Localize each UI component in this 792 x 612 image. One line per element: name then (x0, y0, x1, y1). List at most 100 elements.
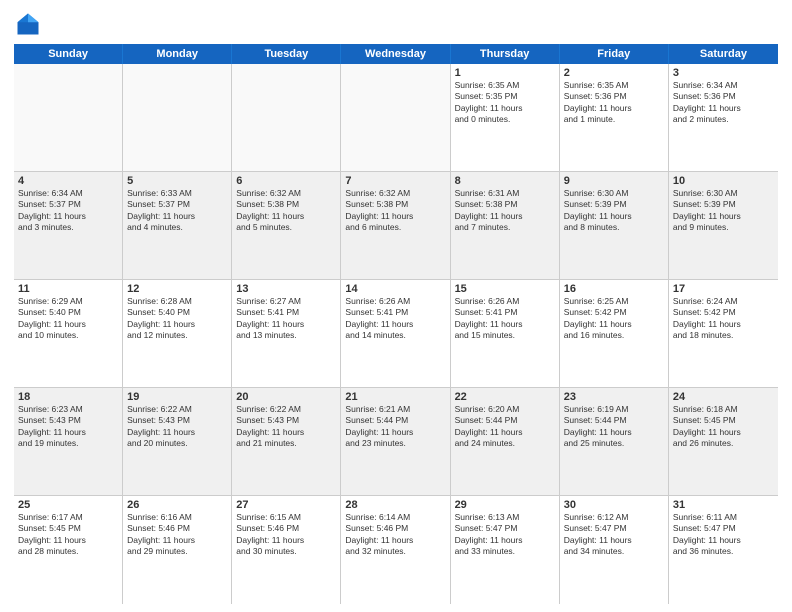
calendar-cell: 11Sunrise: 6:29 AM Sunset: 5:40 PM Dayli… (14, 280, 123, 387)
calendar-cell: 14Sunrise: 6:26 AM Sunset: 5:41 PM Dayli… (341, 280, 450, 387)
calendar-body: 1Sunrise: 6:35 AM Sunset: 5:35 PM Daylig… (14, 64, 778, 604)
calendar: SundayMondayTuesdayWednesdayThursdayFrid… (14, 44, 778, 604)
day-number: 2 (564, 67, 664, 79)
calendar-cell (123, 64, 232, 171)
day-number: 20 (236, 391, 336, 403)
day-number: 1 (455, 67, 555, 79)
day-info: Sunrise: 6:34 AM Sunset: 5:36 PM Dayligh… (673, 80, 774, 126)
day-number: 11 (18, 283, 118, 295)
calendar-cell: 23Sunrise: 6:19 AM Sunset: 5:44 PM Dayli… (560, 388, 669, 495)
day-number: 15 (455, 283, 555, 295)
calendar-row: 18Sunrise: 6:23 AM Sunset: 5:43 PM Dayli… (14, 388, 778, 496)
calendar-cell: 30Sunrise: 6:12 AM Sunset: 5:47 PM Dayli… (560, 496, 669, 604)
calendar-header: SundayMondayTuesdayWednesdayThursdayFrid… (14, 44, 778, 64)
day-info: Sunrise: 6:20 AM Sunset: 5:44 PM Dayligh… (455, 404, 555, 450)
calendar-cell: 12Sunrise: 6:28 AM Sunset: 5:40 PM Dayli… (123, 280, 232, 387)
day-info: Sunrise: 6:30 AM Sunset: 5:39 PM Dayligh… (673, 188, 774, 234)
page: SundayMondayTuesdayWednesdayThursdayFrid… (0, 0, 792, 612)
day-number: 6 (236, 175, 336, 187)
calendar-cell: 29Sunrise: 6:13 AM Sunset: 5:47 PM Dayli… (451, 496, 560, 604)
calendar-row: 4Sunrise: 6:34 AM Sunset: 5:37 PM Daylig… (14, 172, 778, 280)
calendar-cell: 27Sunrise: 6:15 AM Sunset: 5:46 PM Dayli… (232, 496, 341, 604)
day-info: Sunrise: 6:19 AM Sunset: 5:44 PM Dayligh… (564, 404, 664, 450)
calendar-cell (232, 64, 341, 171)
day-info: Sunrise: 6:31 AM Sunset: 5:38 PM Dayligh… (455, 188, 555, 234)
calendar-row: 25Sunrise: 6:17 AM Sunset: 5:45 PM Dayli… (14, 496, 778, 604)
logo-icon (14, 10, 42, 38)
calendar-cell: 16Sunrise: 6:25 AM Sunset: 5:42 PM Dayli… (560, 280, 669, 387)
day-number: 29 (455, 499, 555, 511)
day-number: 4 (18, 175, 118, 187)
calendar-cell: 17Sunrise: 6:24 AM Sunset: 5:42 PM Dayli… (669, 280, 778, 387)
day-number: 10 (673, 175, 774, 187)
calendar-cell (341, 64, 450, 171)
calendar-cell: 1Sunrise: 6:35 AM Sunset: 5:35 PM Daylig… (451, 64, 560, 171)
day-info: Sunrise: 6:22 AM Sunset: 5:43 PM Dayligh… (236, 404, 336, 450)
day-info: Sunrise: 6:26 AM Sunset: 5:41 PM Dayligh… (455, 296, 555, 342)
day-info: Sunrise: 6:35 AM Sunset: 5:35 PM Dayligh… (455, 80, 555, 126)
weekday-header-monday: Monday (123, 44, 232, 64)
weekday-header-friday: Friday (560, 44, 669, 64)
day-info: Sunrise: 6:24 AM Sunset: 5:42 PM Dayligh… (673, 296, 774, 342)
day-info: Sunrise: 6:18 AM Sunset: 5:45 PM Dayligh… (673, 404, 774, 450)
day-number: 28 (345, 499, 445, 511)
day-info: Sunrise: 6:28 AM Sunset: 5:40 PM Dayligh… (127, 296, 227, 342)
calendar-cell: 13Sunrise: 6:27 AM Sunset: 5:41 PM Dayli… (232, 280, 341, 387)
calendar-cell: 5Sunrise: 6:33 AM Sunset: 5:37 PM Daylig… (123, 172, 232, 279)
day-info: Sunrise: 6:17 AM Sunset: 5:45 PM Dayligh… (18, 512, 118, 558)
day-info: Sunrise: 6:32 AM Sunset: 5:38 PM Dayligh… (345, 188, 445, 234)
day-number: 19 (127, 391, 227, 403)
day-info: Sunrise: 6:35 AM Sunset: 5:36 PM Dayligh… (564, 80, 664, 126)
calendar-cell: 15Sunrise: 6:26 AM Sunset: 5:41 PM Dayli… (451, 280, 560, 387)
day-number: 30 (564, 499, 664, 511)
calendar-cell: 9Sunrise: 6:30 AM Sunset: 5:39 PM Daylig… (560, 172, 669, 279)
calendar-cell: 25Sunrise: 6:17 AM Sunset: 5:45 PM Dayli… (14, 496, 123, 604)
calendar-cell: 24Sunrise: 6:18 AM Sunset: 5:45 PM Dayli… (669, 388, 778, 495)
calendar-cell: 4Sunrise: 6:34 AM Sunset: 5:37 PM Daylig… (14, 172, 123, 279)
day-number: 24 (673, 391, 774, 403)
day-info: Sunrise: 6:16 AM Sunset: 5:46 PM Dayligh… (127, 512, 227, 558)
day-info: Sunrise: 6:26 AM Sunset: 5:41 PM Dayligh… (345, 296, 445, 342)
calendar-cell: 19Sunrise: 6:22 AM Sunset: 5:43 PM Dayli… (123, 388, 232, 495)
day-info: Sunrise: 6:22 AM Sunset: 5:43 PM Dayligh… (127, 404, 227, 450)
day-info: Sunrise: 6:21 AM Sunset: 5:44 PM Dayligh… (345, 404, 445, 450)
calendar-cell: 7Sunrise: 6:32 AM Sunset: 5:38 PM Daylig… (341, 172, 450, 279)
day-number: 23 (564, 391, 664, 403)
day-number: 25 (18, 499, 118, 511)
calendar-cell (14, 64, 123, 171)
day-number: 31 (673, 499, 774, 511)
day-info: Sunrise: 6:11 AM Sunset: 5:47 PM Dayligh… (673, 512, 774, 558)
day-number: 8 (455, 175, 555, 187)
calendar-cell: 2Sunrise: 6:35 AM Sunset: 5:36 PM Daylig… (560, 64, 669, 171)
day-info: Sunrise: 6:33 AM Sunset: 5:37 PM Dayligh… (127, 188, 227, 234)
weekday-header-sunday: Sunday (14, 44, 123, 64)
calendar-cell: 22Sunrise: 6:20 AM Sunset: 5:44 PM Dayli… (451, 388, 560, 495)
day-info: Sunrise: 6:27 AM Sunset: 5:41 PM Dayligh… (236, 296, 336, 342)
day-number: 12 (127, 283, 227, 295)
day-number: 17 (673, 283, 774, 295)
day-info: Sunrise: 6:30 AM Sunset: 5:39 PM Dayligh… (564, 188, 664, 234)
calendar-cell: 3Sunrise: 6:34 AM Sunset: 5:36 PM Daylig… (669, 64, 778, 171)
weekday-header-wednesday: Wednesday (341, 44, 450, 64)
calendar-cell: 10Sunrise: 6:30 AM Sunset: 5:39 PM Dayli… (669, 172, 778, 279)
calendar-cell: 20Sunrise: 6:22 AM Sunset: 5:43 PM Dayli… (232, 388, 341, 495)
day-number: 13 (236, 283, 336, 295)
calendar-cell: 18Sunrise: 6:23 AM Sunset: 5:43 PM Dayli… (14, 388, 123, 495)
day-info: Sunrise: 6:32 AM Sunset: 5:38 PM Dayligh… (236, 188, 336, 234)
day-number: 14 (345, 283, 445, 295)
weekday-header-saturday: Saturday (669, 44, 778, 64)
day-number: 16 (564, 283, 664, 295)
header (14, 10, 778, 38)
day-info: Sunrise: 6:14 AM Sunset: 5:46 PM Dayligh… (345, 512, 445, 558)
logo (14, 10, 46, 38)
day-info: Sunrise: 6:23 AM Sunset: 5:43 PM Dayligh… (18, 404, 118, 450)
calendar-cell: 6Sunrise: 6:32 AM Sunset: 5:38 PM Daylig… (232, 172, 341, 279)
day-info: Sunrise: 6:12 AM Sunset: 5:47 PM Dayligh… (564, 512, 664, 558)
calendar-cell: 21Sunrise: 6:21 AM Sunset: 5:44 PM Dayli… (341, 388, 450, 495)
day-info: Sunrise: 6:13 AM Sunset: 5:47 PM Dayligh… (455, 512, 555, 558)
calendar-cell: 28Sunrise: 6:14 AM Sunset: 5:46 PM Dayli… (341, 496, 450, 604)
calendar-row: 11Sunrise: 6:29 AM Sunset: 5:40 PM Dayli… (14, 280, 778, 388)
day-number: 18 (18, 391, 118, 403)
weekday-header-thursday: Thursday (451, 44, 560, 64)
day-number: 27 (236, 499, 336, 511)
